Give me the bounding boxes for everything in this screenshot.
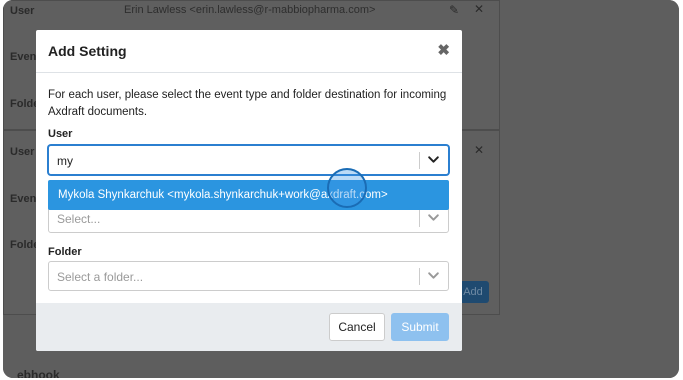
- chevron-down-icon[interactable]: [427, 211, 440, 224]
- modal-footer: Cancel Submit: [36, 303, 462, 351]
- modal-title: Add Setting: [48, 43, 127, 59]
- user-select[interactable]: my: [48, 145, 449, 175]
- bg-row-label: Folde: [10, 98, 40, 110]
- select-separator: [419, 152, 420, 169]
- folder-select[interactable]: Select a folder...: [48, 261, 449, 291]
- event-select-placeholder: Select...: [57, 212, 101, 226]
- close-icon[interactable]: ✖: [437, 41, 450, 59]
- webhook-heading: ebhook: [17, 368, 60, 378]
- submit-button[interactable]: Submit: [391, 313, 449, 341]
- select-separator: [419, 268, 420, 285]
- modal-header: Add Setting ✖: [36, 30, 462, 73]
- bg-row-label: User: [10, 5, 35, 17]
- bg-user-value: Erin Lawless <erin.lawless@r-mabbiopharm…: [124, 4, 376, 16]
- select-separator: [419, 210, 420, 227]
- close-icon[interactable]: ✕: [474, 143, 484, 157]
- cancel-button[interactable]: Cancel: [329, 313, 385, 341]
- click-indicator: [327, 168, 367, 208]
- chevron-down-icon[interactable]: [427, 153, 440, 166]
- bg-row-label: User: [10, 146, 35, 158]
- user-select-input[interactable]: my: [57, 154, 73, 168]
- folder-select-placeholder: Select a folder...: [57, 270, 144, 284]
- folder-field-label: Folder: [48, 246, 82, 258]
- add-setting-modal: Add Setting ✖ For each user, please sele…: [36, 30, 462, 351]
- bg-row-label: Folde: [10, 239, 40, 251]
- edit-icon[interactable]: ✎: [449, 3, 459, 17]
- user-field-label: User: [48, 128, 73, 140]
- user-dropdown-menu: Mykola Shynkarchuk <mykola.shynkarchuk+w…: [48, 180, 449, 210]
- close-icon[interactable]: ✕: [474, 2, 484, 16]
- modal-intro-text: For each user, please select the event t…: [48, 89, 447, 118]
- chevron-down-icon[interactable]: [427, 269, 440, 282]
- app-frame: User Erin Lawless <erin.lawless@r-mabbio…: [3, 0, 679, 378]
